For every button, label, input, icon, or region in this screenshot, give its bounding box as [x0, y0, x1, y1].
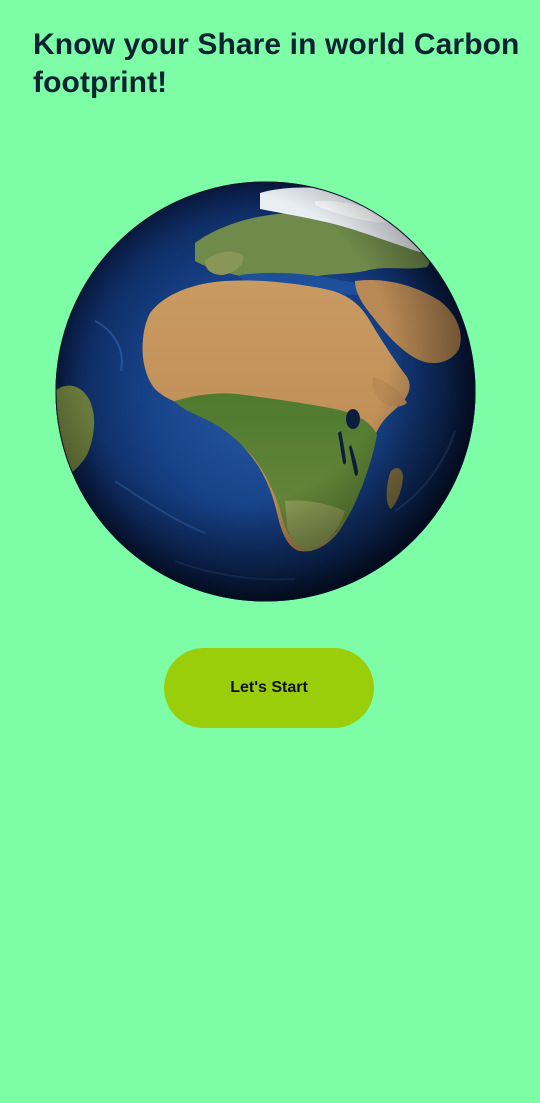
welcome-screen: Know your Share in world Carbon footprin… — [0, 0, 540, 1103]
earth-globe-image — [55, 181, 476, 602]
lets-start-button[interactable]: Let's Start — [164, 648, 374, 728]
page-title: Know your Share in world Carbon footprin… — [33, 28, 520, 99]
earth-globe-icon — [55, 181, 476, 602]
